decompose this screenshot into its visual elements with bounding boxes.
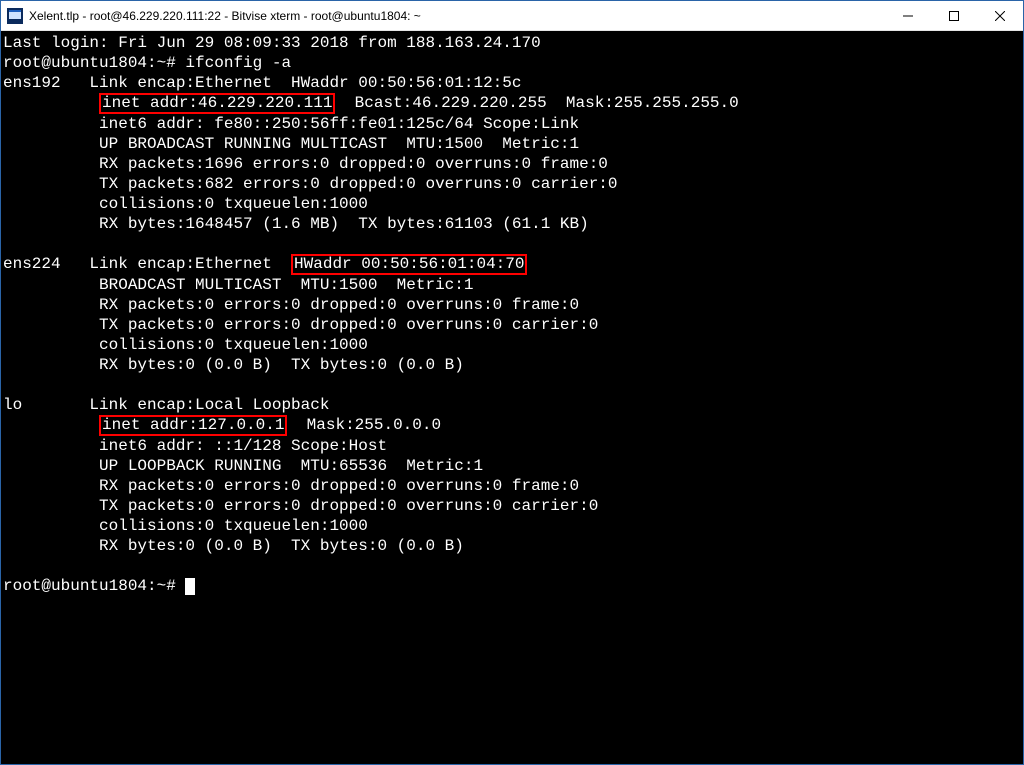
close-button[interactable] (977, 1, 1023, 30)
ens224-line1-before: Link encap:Ethernet (61, 255, 291, 273)
titlebar: Xelent.tlp - root@46.229.220.111:22 - Bi… (1, 1, 1023, 31)
lo-line6: TX packets:0 errors:0 dropped:0 overruns… (3, 497, 598, 515)
lo-line1: Link encap:Local Loopback (22, 396, 329, 414)
ens224-line3: RX packets:0 errors:0 dropped:0 overruns… (3, 296, 579, 314)
lo-line8: RX bytes:0 (0.0 B) TX bytes:0 (0.0 B) (3, 537, 464, 555)
ens224-line2: BROADCAST MULTICAST MTU:1500 Metric:1 (3, 276, 473, 294)
ens192-line4: UP BROADCAST RUNNING MULTICAST MTU:1500 … (3, 135, 579, 153)
ens192-line6: TX packets:682 errors:0 dropped:0 overru… (3, 175, 618, 193)
last-login-line: Last login: Fri Jun 29 08:09:33 2018 fro… (3, 34, 541, 52)
lo-line3: inet6 addr: ::1/128 Scope:Host (3, 437, 387, 455)
ens224-line6: RX bytes:0 (0.0 B) TX bytes:0 (0.0 B) (3, 356, 464, 374)
terminal-area[interactable]: Last login: Fri Jun 29 08:09:33 2018 fro… (1, 31, 1023, 764)
prompt-with-command: root@ubuntu1804:~# ifconfig -a (3, 54, 291, 72)
lo-inet-highlight: inet addr:127.0.0.1 (99, 415, 287, 436)
ens192-line5: RX packets:1696 errors:0 dropped:0 overr… (3, 155, 608, 173)
ens192-line8: RX bytes:1648457 (1.6 MB) TX bytes:61103… (3, 215, 589, 233)
ens224-line4: TX packets:0 errors:0 dropped:0 overruns… (3, 316, 598, 334)
iface-lo-name: lo (3, 396, 22, 414)
ens224-hwaddr-highlight: HWaddr 00:50:56:01:04:70 (291, 254, 527, 275)
app-icon (7, 8, 23, 24)
cursor (185, 578, 195, 595)
lo-line5: RX packets:0 errors:0 dropped:0 overruns… (3, 477, 579, 495)
iface-ens224-name: ens224 (3, 255, 61, 273)
window-controls (885, 1, 1023, 30)
minimize-button[interactable] (885, 1, 931, 30)
ens224-line5: collisions:0 txqueuelen:1000 (3, 336, 368, 354)
window-title: Xelent.tlp - root@46.229.220.111:22 - Bi… (29, 9, 885, 23)
prompt-end: root@ubuntu1804:~# (3, 577, 185, 595)
ens192-line7: collisions:0 txqueuelen:1000 (3, 195, 368, 213)
iface-ens192-name: ens192 (3, 74, 61, 92)
lo-line4: UP LOOPBACK RUNNING MTU:65536 Metric:1 (3, 457, 483, 475)
ens192-line3: inet6 addr: fe80::250:56ff:fe01:125c/64 … (3, 115, 579, 133)
ens192-line2-after: Bcast:46.229.220.255 Mask:255.255.255.0 (335, 94, 738, 112)
lo-line7: collisions:0 txqueuelen:1000 (3, 517, 368, 535)
lo-line2-after: Mask:255.0.0.0 (287, 416, 441, 434)
ens192-inet-highlight: inet addr:46.229.220.111 (99, 93, 335, 114)
maximize-button[interactable] (931, 1, 977, 30)
ens192-line1: Link encap:Ethernet HWaddr 00:50:56:01:1… (61, 74, 522, 92)
